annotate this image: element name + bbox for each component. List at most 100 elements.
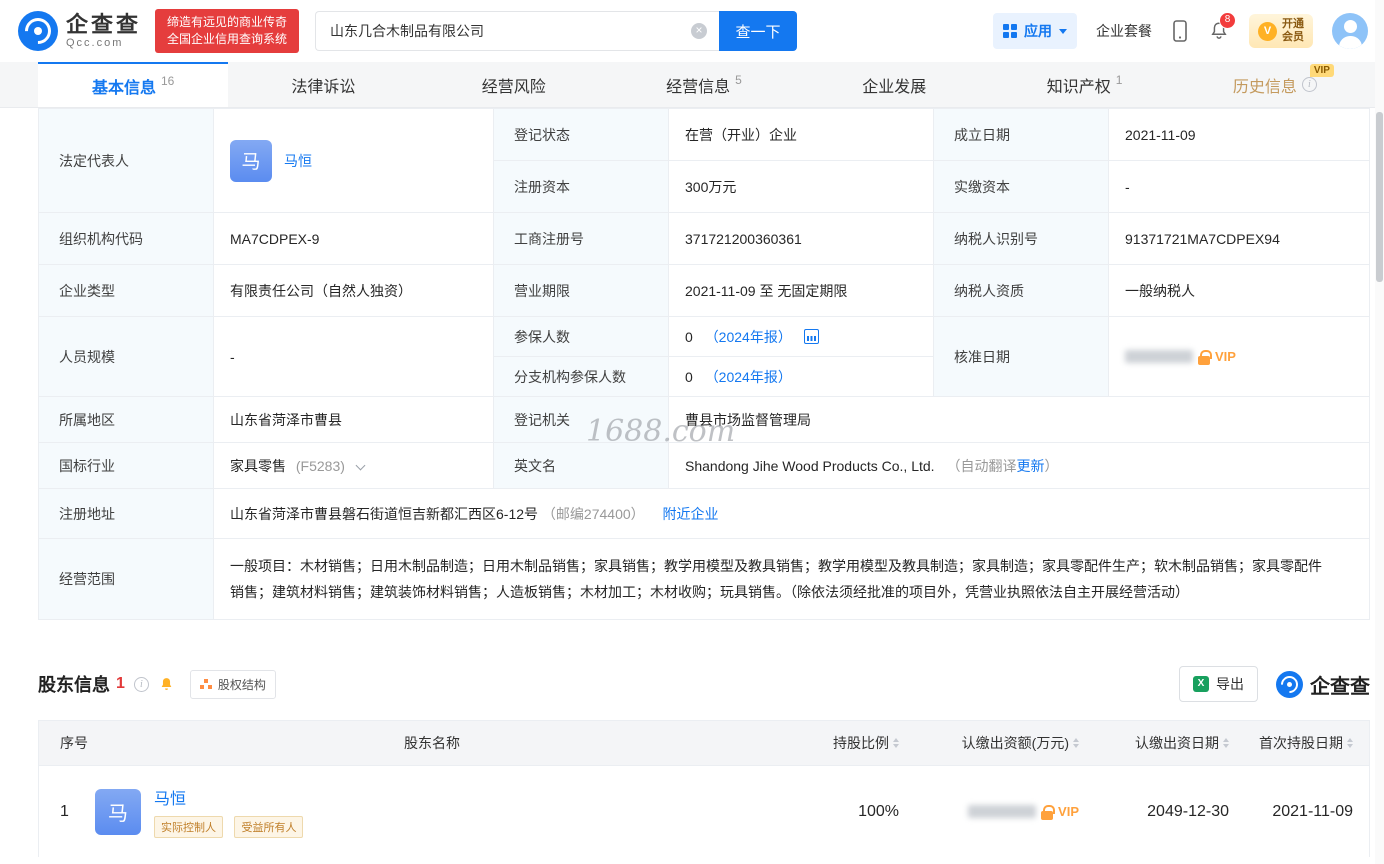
chevron-down-icon[interactable]: [355, 460, 366, 470]
page-scrollbar: [1375, 0, 1384, 864]
vip-locked-value[interactable]: VIP: [1125, 349, 1359, 365]
clear-search-icon[interactable]: ×: [691, 23, 708, 39]
tab-count: 5: [735, 73, 742, 87]
field-label: 登记机关: [493, 396, 669, 443]
col-header-amount[interactable]: 认缴出资额(万元): [962, 733, 1079, 753]
field-label: 组织机构代码: [38, 212, 214, 265]
tab-label: 历史信息: [1232, 78, 1297, 96]
col-header-subscribe-date[interactable]: 认缴出资日期: [1135, 733, 1229, 753]
field-label: 企业类型: [38, 264, 214, 317]
vip-crown-icon: V: [1258, 21, 1277, 41]
tab-count: 16: [160, 74, 175, 88]
top-bar: 企查查 Qcc.com 缔造有远见的商业传奇 全国企业信用查询系统 × 查一下 …: [0, 0, 1384, 62]
col-header-ratio[interactable]: 持股比例: [833, 733, 899, 753]
legal-rep-avatar[interactable]: 马: [230, 139, 272, 182]
field-value: 300万元: [668, 160, 934, 213]
col-header-name: 股东名称: [404, 735, 460, 751]
annual-report-link[interactable]: （2024年报）: [705, 369, 792, 385]
beneficial-owner-tag: 受益所有人: [234, 816, 304, 838]
notifications-button[interactable]: 8: [1208, 12, 1236, 42]
field-label: 登记状态: [493, 108, 669, 161]
slogan-line-2: 全国企业信用查询系统: [167, 32, 288, 46]
field-label: 分支机构参保人数: [493, 356, 669, 397]
row-index: 1: [60, 802, 69, 820]
insured-count: 0: [685, 328, 693, 345]
field-value: -: [213, 316, 494, 397]
equity-structure-button[interactable]: 股权结构: [189, 669, 276, 699]
apps-label: 应用: [1024, 23, 1052, 39]
field-value: 371721200360361: [668, 212, 934, 265]
tab-operation-risk[interactable]: 经营风险: [419, 62, 609, 107]
tab-basic-info[interactable]: 基本信息 16: [38, 62, 229, 107]
nearby-companies-link[interactable]: 附近企业: [663, 506, 719, 522]
apps-grid-icon: [1003, 24, 1017, 38]
legal-rep-name-link[interactable]: 马恒: [284, 151, 312, 171]
export-button[interactable]: X 导出: [1179, 666, 1258, 702]
field-label: 工商注册号: [493, 212, 669, 265]
english-name: Shandong Jihe Wood Products Co., Ltd.: [685, 457, 935, 474]
org-chart-icon: [199, 679, 212, 689]
slogan-line-1: 缔造有远见的商业传奇: [167, 15, 288, 29]
open-vip-button[interactable]: V 开通 会员: [1249, 14, 1313, 48]
info-icon[interactable]: i: [133, 676, 149, 692]
tab-label: 企业发展: [862, 78, 927, 96]
subscribe-date: 2049-12-30: [1147, 802, 1229, 820]
field-value: 2021-11-09: [1108, 108, 1370, 161]
blurred-value: [968, 805, 1037, 818]
field-label: 法定代表人: [38, 108, 214, 213]
tab-label: 经营风险: [481, 78, 546, 96]
section-qcc-logo: 企查查: [1276, 670, 1370, 699]
blurred-value: [1125, 350, 1193, 363]
actual-controller-tag: 实际控制人: [154, 816, 223, 838]
search-bar: × 查一下: [315, 11, 798, 51]
shareholder-row: 1 马 马恒 实际控制人 受益所有人 100% VIP 2049-12-30 2…: [39, 765, 1369, 857]
branch-insured-count: 0: [685, 368, 693, 385]
tab-enterprise-development[interactable]: 企业发展: [799, 62, 989, 107]
shareholder-avatar[interactable]: 马: [95, 788, 141, 835]
tab-label: 基本信息: [91, 79, 156, 97]
search-input[interactable]: [316, 23, 720, 39]
top-right-nav: 应用 企业套餐 8 V 开通 会员: [993, 12, 1368, 49]
enterprise-package-link[interactable]: 企业套餐: [1096, 21, 1152, 41]
mobile-app-button[interactable]: [1171, 19, 1189, 43]
field-label: 实缴资本: [933, 160, 1109, 213]
tab-count: 1: [1115, 73, 1123, 87]
shareholder-name-link[interactable]: 马恒: [154, 785, 310, 809]
apps-dropdown[interactable]: 应用: [993, 13, 1077, 49]
field-label: 核准日期: [933, 316, 1109, 397]
field-label: 注册资本: [493, 160, 669, 213]
tab-history-info[interactable]: VIP 历史信息 i: [1180, 62, 1370, 107]
field-value: -: [1108, 160, 1370, 213]
vip-label: VIP: [1058, 804, 1079, 819]
field-label: 所属地区: [38, 396, 214, 443]
annual-report-link[interactable]: （2024年报）: [705, 329, 792, 345]
user-avatar[interactable]: [1332, 13, 1368, 49]
tab-operation-info[interactable]: 经营信息 5: [609, 62, 799, 107]
first-holding-date: 2021-11-09: [1272, 802, 1353, 820]
shareholders-count: 1: [116, 675, 125, 692]
field-label: 经营范围: [38, 538, 214, 620]
field-value: 有限责任公司（自然人独资）: [213, 264, 494, 317]
monitor-bell-icon[interactable]: [158, 676, 175, 693]
col-header-first-date[interactable]: 首次持股日期: [1259, 733, 1353, 753]
vip-label: VIP: [1215, 349, 1236, 364]
annual-report-icon[interactable]: [803, 328, 819, 344]
qcc-logo[interactable]: 企查查 Qcc.com: [18, 11, 141, 51]
brand-name: 企查查: [66, 12, 142, 37]
info-icon[interactable]: i: [1301, 77, 1317, 92]
field-label: 国标行业: [38, 442, 214, 489]
scrollbar-thumb[interactable]: [1376, 112, 1383, 282]
field-label: 纳税人识别号: [933, 212, 1109, 265]
shareholders-header: 股东信息 1 i 股权结构 X 导出 企查查: [38, 666, 1370, 702]
tab-intellectual-property[interactable]: 知识产权 1: [989, 62, 1179, 107]
translate-update-link[interactable]: 更新: [1016, 458, 1044, 474]
industry-code: (F5283): [295, 457, 345, 474]
tab-legal-litigation[interactable]: 法律诉讼: [228, 62, 418, 107]
field-value: 在营（开业）企业: [668, 108, 934, 161]
notification-count-badge: 8: [1219, 12, 1236, 29]
search-button[interactable]: 查一下: [719, 11, 798, 51]
tab-label: 知识产权: [1046, 78, 1111, 96]
field-label: 注册地址: [38, 488, 214, 539]
lock-icon: [1041, 804, 1056, 820]
vip-locked-value[interactable]: VIP: [899, 804, 1079, 820]
